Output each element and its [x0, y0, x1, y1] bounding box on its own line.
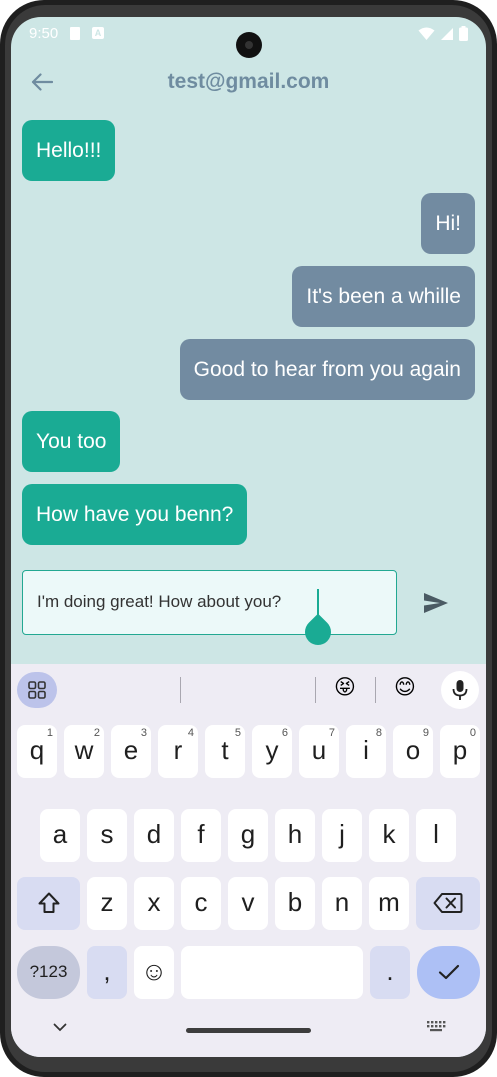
- key-q[interactable]: q1: [17, 725, 57, 778]
- home-indicator[interactable]: [186, 1028, 311, 1033]
- send-icon: [424, 593, 448, 613]
- key-letter: i: [363, 735, 369, 765]
- voice-input-button[interactable]: [441, 671, 479, 709]
- message-bubble-incoming[interactable]: You too: [22, 411, 121, 472]
- key-letter: q: [29, 735, 45, 765]
- front-camera: [236, 32, 262, 58]
- key-letter: u: [311, 735, 327, 765]
- keyboard-switch-button[interactable]: [425, 1018, 447, 1034]
- symbols-key[interactable]: ?123: [17, 946, 80, 999]
- key-hint: 1: [46, 727, 53, 739]
- key-s[interactable]: s: [87, 809, 127, 862]
- soft-keyboard: 😝 😊 q1 w2 e3 r4 t5 y6 u7 i8 o9 p0 a s d …: [11, 664, 486, 1057]
- key-letter: w: [74, 735, 94, 765]
- key-m[interactable]: m: [369, 877, 409, 930]
- key-c[interactable]: c: [181, 877, 221, 930]
- apps-grid-button[interactable]: [17, 672, 57, 708]
- key-x[interactable]: x: [134, 877, 174, 930]
- key-letter: e: [123, 735, 139, 765]
- message-bubble-incoming[interactable]: How have you benn?: [22, 484, 248, 545]
- text-caret: [317, 589, 319, 615]
- screen: 9:50 A test@gmail.com Hello!!! Hi! It's …: [11, 17, 486, 1057]
- battery-icon: [459, 26, 468, 41]
- conversation-title: test@gmail.com: [167, 70, 330, 93]
- key-letter: y: [265, 735, 279, 765]
- key-k[interactable]: k: [369, 809, 409, 862]
- hide-keyboard-button[interactable]: [49, 1016, 71, 1038]
- key-v[interactable]: v: [228, 877, 268, 930]
- message-bubble-incoming[interactable]: Hello!!!: [22, 120, 116, 181]
- toolbar-divider: [315, 677, 316, 703]
- send-button[interactable]: [419, 586, 453, 620]
- key-letter: r: [173, 735, 183, 765]
- space-bar[interactable]: [181, 946, 363, 999]
- key-hint: 7: [328, 727, 335, 739]
- key-n[interactable]: n: [322, 877, 362, 930]
- key-hint: 6: [281, 727, 288, 739]
- navigation-bar: [11, 1004, 486, 1057]
- toolbar-divider: [180, 677, 181, 703]
- toolbar-divider: [375, 677, 376, 703]
- key-h[interactable]: h: [275, 809, 315, 862]
- message-input[interactable]: I'm doing great! How about you?: [22, 570, 397, 635]
- key-hint: 3: [140, 727, 147, 739]
- key-p[interactable]: p0: [440, 725, 480, 778]
- key-z[interactable]: z: [87, 877, 127, 930]
- key-l[interactable]: l: [416, 809, 456, 862]
- backspace-key[interactable]: [416, 877, 480, 930]
- key-u[interactable]: u7: [299, 725, 339, 778]
- key-y[interactable]: y6: [252, 725, 292, 778]
- key-hint: 0: [469, 727, 476, 739]
- key-j[interactable]: j: [322, 809, 362, 862]
- key-w[interactable]: w2: [64, 725, 104, 778]
- chevron-down-icon: [53, 1023, 67, 1031]
- key-r[interactable]: r4: [158, 725, 198, 778]
- key-b[interactable]: b: [275, 877, 315, 930]
- emoji-key[interactable]: ☺: [134, 946, 174, 999]
- message-bubble-outgoing[interactable]: It's been a whille: [292, 266, 475, 327]
- app-bar: test@gmail.com: [11, 57, 486, 107]
- wifi-icon: [418, 27, 435, 40]
- backspace-icon: [433, 893, 463, 913]
- keyboard-icon: [427, 1021, 446, 1032]
- mic-icon: [452, 680, 468, 700]
- apps-grid-icon: [28, 681, 46, 699]
- status-icons: [418, 26, 468, 41]
- message-bubble-outgoing[interactable]: Hi!: [421, 193, 475, 254]
- key-hint: 8: [375, 727, 382, 739]
- key-letter: t: [221, 735, 229, 765]
- key-o[interactable]: o9: [393, 725, 433, 778]
- message-bubble-outgoing[interactable]: Good to hear from you again: [179, 339, 475, 400]
- enter-key[interactable]: [417, 946, 480, 999]
- keyboard-toolbar: 😝 😊: [11, 664, 486, 716]
- period-key[interactable]: .: [370, 946, 410, 999]
- key-letter: p: [452, 735, 468, 765]
- key-letter: o: [405, 735, 421, 765]
- key-a[interactable]: a: [40, 809, 80, 862]
- emoji-suggestion[interactable]: 😝: [330, 675, 360, 700]
- shift-icon: [38, 892, 59, 913]
- key-hint: 9: [422, 727, 429, 739]
- sim-icon: [70, 27, 80, 40]
- key-i[interactable]: i8: [346, 725, 386, 778]
- key-t[interactable]: t5: [205, 725, 245, 778]
- key-hint: 5: [234, 727, 241, 739]
- key-e[interactable]: e3: [111, 725, 151, 778]
- key-hint: 2: [93, 727, 100, 739]
- notification-badge: A: [92, 27, 104, 39]
- key-f[interactable]: f: [181, 809, 221, 862]
- key-g[interactable]: g: [228, 809, 268, 862]
- signal-icon: [441, 27, 453, 40]
- status-time: 9:50: [29, 25, 59, 42]
- comma-key[interactable]: ,: [87, 946, 127, 999]
- key-d[interactable]: d: [134, 809, 174, 862]
- key-hint: 4: [187, 727, 194, 739]
- shift-key[interactable]: [17, 877, 80, 930]
- check-icon: [438, 964, 459, 980]
- emoji-suggestion[interactable]: 😊: [390, 675, 420, 700]
